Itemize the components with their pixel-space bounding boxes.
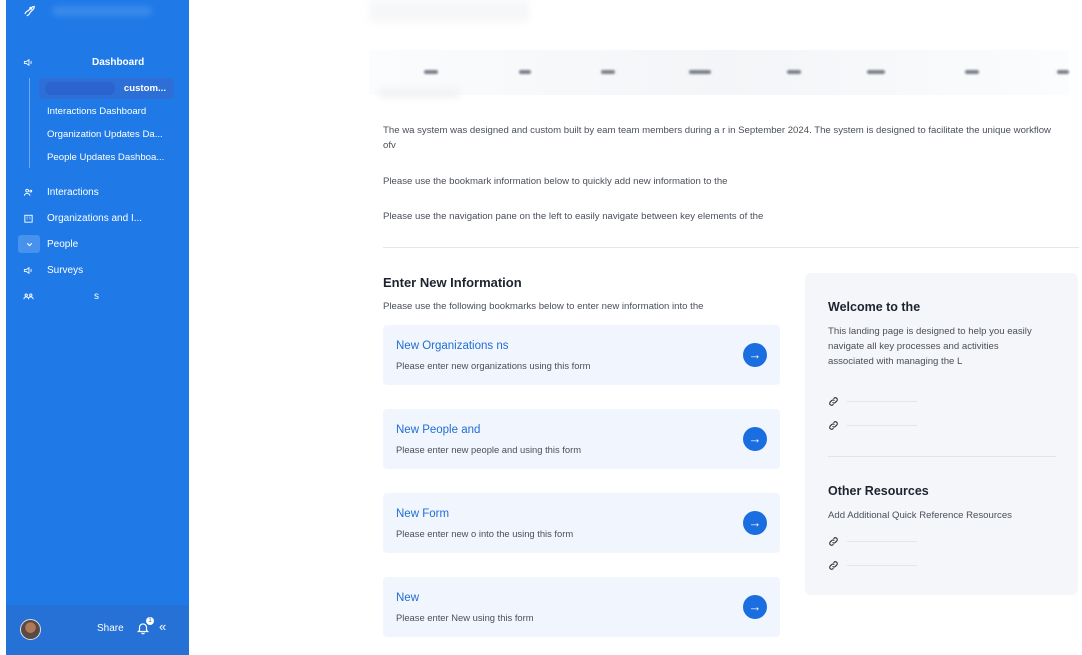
building-icon (21, 211, 35, 225)
sidebar-subitem-organization-updates[interactable]: Organization Updates Da... (39, 124, 174, 145)
link-icon (829, 560, 838, 570)
sidebar-item-label: Organizations and I... (47, 212, 143, 224)
sidebar-subitem-custom[interactable]: custom... (39, 78, 174, 99)
link-icon (829, 396, 838, 406)
new-form-card[interactable]: New Form Please enter new o into the usi… (383, 493, 780, 553)
new-organizations-card[interactable]: New Organizations ns Please enter new or… (383, 325, 780, 385)
sidebar-subitem-people-updates[interactable]: People Updates Dashboa... (39, 147, 174, 168)
welcome-title: Welcome to the (828, 300, 921, 314)
sidebar-subitem-label: custom... (123, 83, 166, 94)
notification-badge: 1 (146, 617, 154, 625)
resource-link[interactable] (828, 534, 928, 548)
subnav-line (29, 78, 30, 168)
blurred-header (369, 0, 529, 22)
sidebar-item-label: Interactions (47, 186, 99, 198)
arrow-right-icon[interactable]: → (743, 343, 767, 367)
sidebar-footer: Share 1 « (6, 605, 189, 655)
share-button[interactable]: Share (97, 623, 124, 634)
welcome-text: This landing page is designed to help yo… (828, 326, 1032, 367)
sidebar-subitem-interactions-dashboard[interactable]: Interactions Dashboard (39, 101, 174, 122)
new-people-card[interactable]: New People and Please enter new people a… (383, 409, 780, 469)
resource-link[interactable] (828, 558, 928, 572)
section-subtitle: Please use the following bookmarks below… (383, 301, 704, 312)
megaphone-icon (21, 55, 35, 69)
blurred-banner (369, 50, 1069, 98)
sidebar-header (6, 0, 189, 48)
arrow-right-icon[interactable]: → (743, 511, 767, 535)
sidebar-item-surveys[interactable]: Surveys (6, 259, 189, 281)
sidebar-item-teams[interactable]: s (6, 285, 189, 307)
divider (383, 247, 1079, 248)
other-resources-text: Add Additional Quick Reference Resources (828, 510, 1012, 521)
main-content: The wa system was designed and custom bu… (189, 0, 1082, 655)
arrow-right-icon[interactable]: → (743, 427, 767, 451)
collapse-sidebar-icon[interactable]: « (159, 619, 166, 634)
resource-link[interactable] (828, 418, 928, 432)
sidebar-item-dashboard[interactable]: Dashboard (6, 51, 189, 73)
section-title: Enter New Information (383, 275, 522, 290)
sidebar-item-label: s (94, 290, 99, 302)
new-entry-card[interactable]: New Please enter New using this form → (383, 577, 780, 637)
other-resources-title: Other Resources (828, 484, 929, 498)
panel-divider (828, 456, 1056, 457)
sidebar: Dashboard custom... Interactions Dashboa… (6, 0, 189, 655)
sidebar-item-label: Dashboard (92, 56, 145, 68)
sidebar-item-people[interactable]: People (6, 233, 189, 255)
card-title[interactable]: New Organizations ns (396, 340, 509, 352)
navigation-instructions: Please use the navigation pane on the le… (383, 211, 764, 222)
group-icon (21, 289, 35, 303)
users-icon (21, 185, 35, 199)
sidebar-item-label: People (47, 238, 79, 250)
blurred-label (45, 82, 115, 95)
resource-link[interactable] (828, 394, 928, 408)
chevron-down-icon[interactable] (18, 235, 40, 253)
welcome-panel: Welcome to the This landing page is desi… (805, 273, 1078, 595)
sidebar-subitem-label: People Updates Dashboa... (47, 152, 165, 163)
card-description: Please enter new o into the using this f… (396, 528, 574, 539)
sidebar-item-label: Surveys (47, 264, 84, 276)
card-title[interactable]: New (396, 592, 419, 604)
rocket-icon[interactable] (22, 3, 36, 17)
card-title[interactable]: New Form (396, 508, 449, 520)
sidebar-subitem-label: Interactions Dashboard (47, 106, 147, 117)
bookmark-instructions: Please use the bookmark information belo… (383, 176, 728, 187)
link-icon (829, 536, 838, 546)
sidebar-item-organizations[interactable]: Organizations and I... (6, 207, 189, 229)
avatar[interactable] (20, 619, 41, 640)
sidebar-subitem-label: Organization Updates Da... (47, 129, 163, 140)
card-description: Please enter new people and using this f… (396, 444, 582, 455)
card-title[interactable]: New People and (396, 424, 480, 436)
sidebar-item-interactions[interactable]: Interactions (6, 181, 189, 203)
intro-paragraph: The wa system was designed and custom bu… (383, 125, 1051, 151)
megaphone-icon (21, 263, 35, 277)
arrow-right-icon[interactable]: → (743, 595, 767, 619)
link-icon (829, 420, 838, 430)
card-description: Please enter New using this form (396, 612, 534, 623)
blurred-app-name (52, 6, 152, 16)
card-description: Please enter new organizations using thi… (396, 360, 591, 371)
